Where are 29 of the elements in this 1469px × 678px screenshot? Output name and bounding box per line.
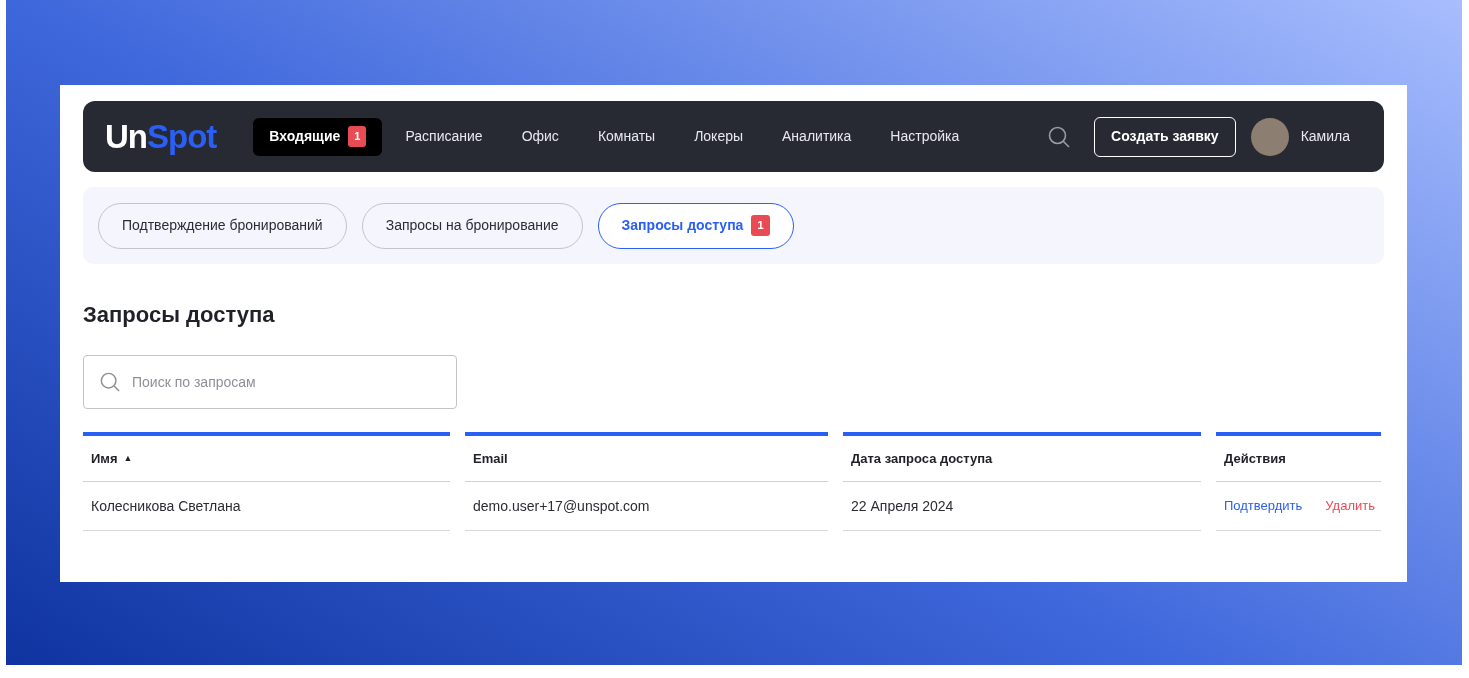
nav-tab[interactable]: Расписание	[389, 117, 499, 156]
column-header[interactable]: Действия	[1224, 448, 1286, 469]
avatar[interactable]	[1250, 117, 1289, 156]
column-header[interactable]: Email	[473, 448, 508, 469]
search-icon[interactable]	[1048, 125, 1071, 148]
delete-link[interactable]: Удалить	[1325, 496, 1375, 516]
nav-tab[interactable]: Офис	[505, 117, 575, 156]
nav-tab[interactable]: Аналитика	[766, 117, 868, 156]
confirm-link[interactable]: Подтвердить	[1224, 496, 1303, 516]
count-badge: 1	[348, 126, 367, 147]
nav-tab[interactable]: Входящие 1	[253, 117, 383, 156]
column-header[interactable]: Имя	[91, 448, 118, 469]
search-icon	[100, 372, 120, 392]
logo[interactable]: UnSpot	[105, 120, 217, 153]
subtab[interactable]: Запросы доступа 1	[597, 202, 794, 249]
page-heading: Запросы доступа	[83, 301, 276, 329]
user-name[interactable]: Камила	[1300, 126, 1350, 147]
column-header[interactable]: Дата запроса доступа	[851, 448, 993, 469]
table-cell-text: demo.user+17@unspot.com	[473, 496, 650, 516]
table-cell-text: 22 Апреля 2024	[851, 496, 954, 516]
sort-arrow[interactable]: ▲	[123, 451, 133, 466]
create-request-button[interactable]: Создать заявку	[1094, 116, 1236, 157]
count-badge: 1	[751, 215, 770, 236]
search-input[interactable]: Поиск по запросам	[132, 371, 456, 393]
nav-tab[interactable]: Локеры	[678, 117, 760, 156]
search-field[interactable]: Поиск по запросам	[83, 355, 457, 409]
nav-tab[interactable]: Комнаты	[581, 117, 672, 156]
nav-tab[interactable]: Настройка	[874, 117, 976, 156]
table-cell-text: Колесникова Светлана	[91, 496, 241, 516]
